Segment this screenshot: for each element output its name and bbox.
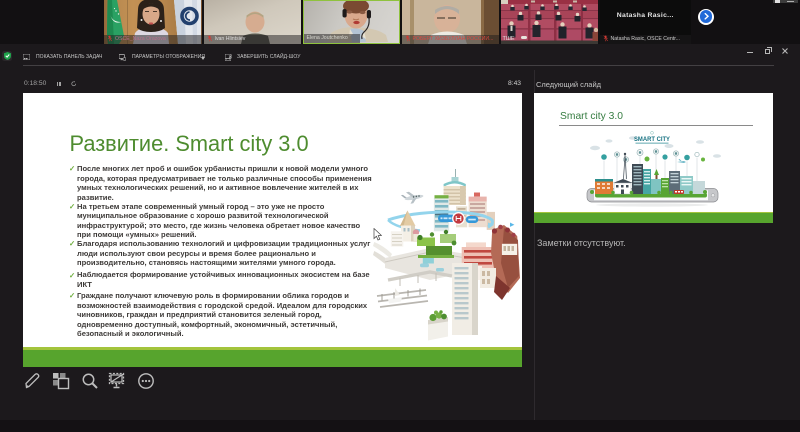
svg-text:SMART CITY: SMART CITY: [634, 136, 670, 143]
